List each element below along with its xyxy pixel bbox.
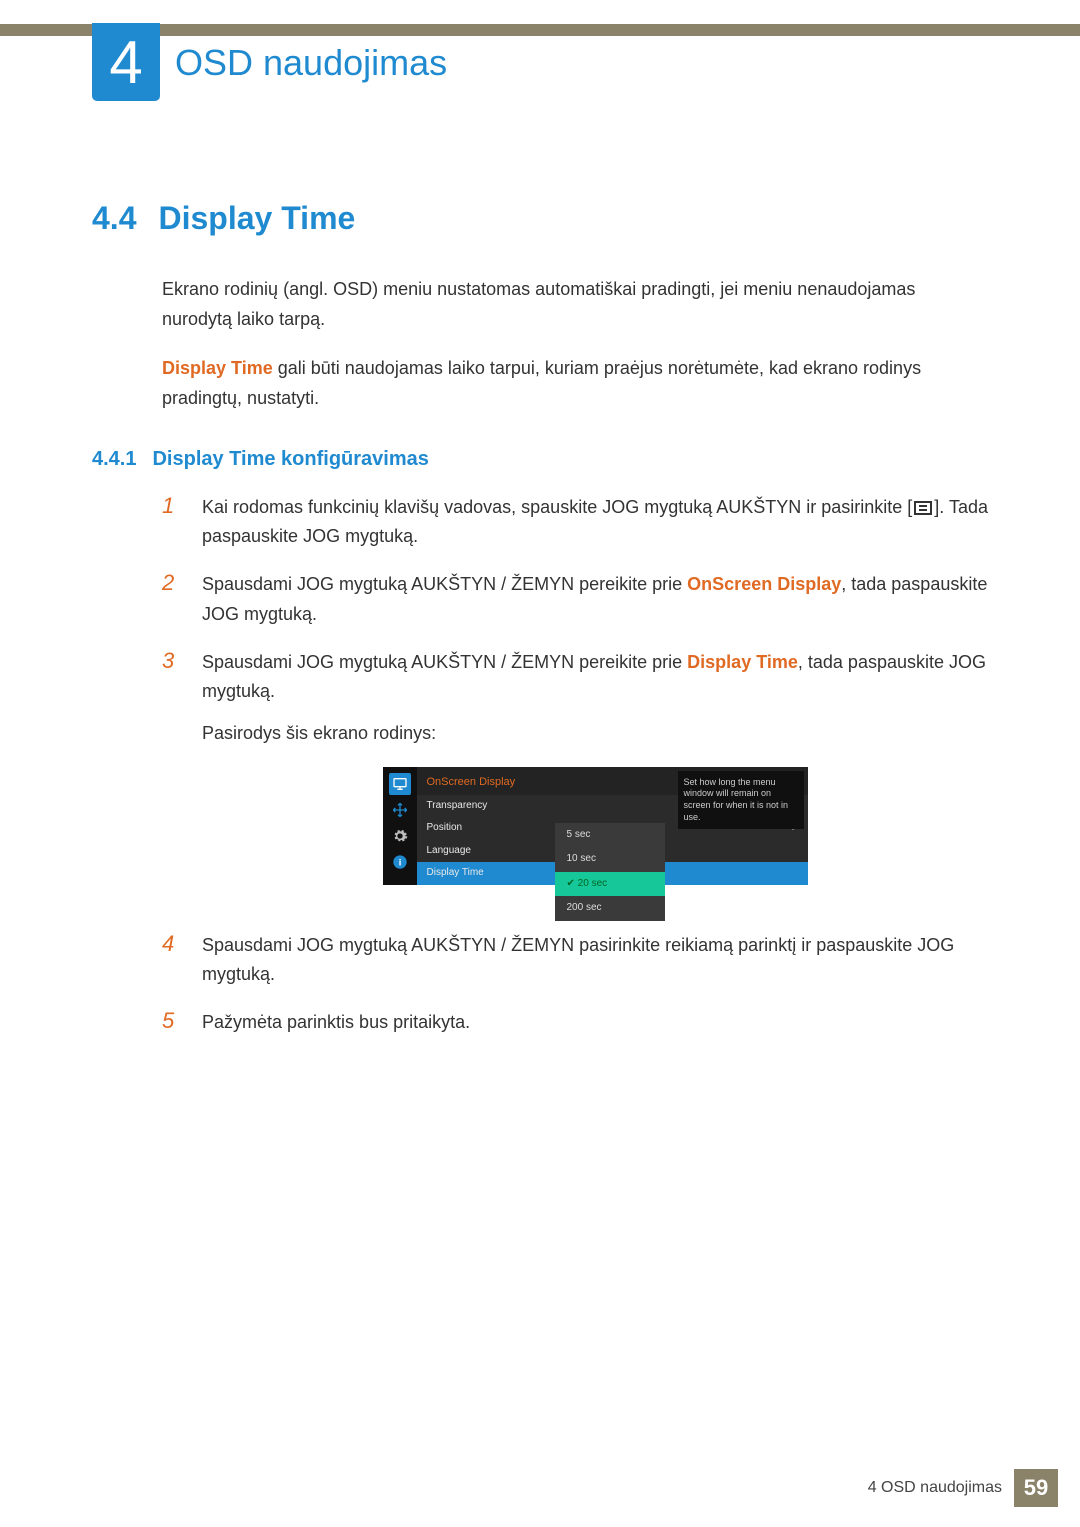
move-icon xyxy=(389,799,411,821)
chapter-number-badge: 4 xyxy=(92,23,160,101)
step-number: 3 xyxy=(162,648,184,913)
page-footer: 4 OSD naudojimas 59 xyxy=(868,1469,1058,1507)
step-text: Spausdami JOG mygtuką AUKŠTYN / ŽEMYN pe… xyxy=(202,570,988,629)
subsection-title: Display Time konfigūravimas xyxy=(152,448,428,471)
section-number: 4.4 xyxy=(92,200,136,237)
subsection-heading: 4.4.1 Display Time konfigūravimas xyxy=(92,448,988,471)
step-4: 4 Spausdami JOG mygtuką AUKŠTYN / ŽEMYN … xyxy=(162,931,988,990)
osd-description: Set how long the menu window will remain… xyxy=(678,771,804,830)
step-5: 5 Pažymėta parinktis bus pritaikyta. xyxy=(162,1008,988,1038)
osd-screenshot: i OnScreen Display Transparency On Posit… xyxy=(383,767,808,885)
osd-option-20sec: 20 sec xyxy=(555,872,665,897)
section-heading: 4.4 Display Time xyxy=(92,200,988,237)
page-number: 59 xyxy=(1014,1469,1058,1507)
step-3: 3 Spausdami JOG mygtuką AUKŠTYN / ŽEMYN … xyxy=(162,648,988,913)
chapter-title: OSD naudojimas xyxy=(175,42,447,84)
step-number: 2 xyxy=(162,570,184,629)
step-number: 4 xyxy=(162,931,184,990)
step-text: Kai rodomas funkcinių klavišų vadovas, s… xyxy=(202,493,988,552)
osd-sidebar: i xyxy=(383,767,417,885)
step-text: Spausdami JOG mygtuką AUKŠTYN / ŽEMYN pe… xyxy=(202,648,988,913)
onscreen-display-term: OnScreen Display xyxy=(687,574,841,594)
osd-main-panel: OnScreen Display Transparency On Positio… xyxy=(417,767,808,885)
osd-option-200sec: 200 sec xyxy=(555,896,665,921)
menu-icon xyxy=(914,501,932,515)
content-area: 4.4 Display Time Ekrano rodinių (angl. O… xyxy=(92,200,988,1056)
step-list: 1 Kai rodomas funkcinių klavišų vadovas,… xyxy=(162,493,988,1038)
step-number: 5 xyxy=(162,1008,184,1038)
section-title: Display Time xyxy=(158,200,355,237)
monitor-icon xyxy=(389,773,411,795)
info-icon: i xyxy=(389,851,411,873)
step-1: 1 Kai rodomas funkcinių klavišų vadovas,… xyxy=(162,493,988,552)
gear-icon xyxy=(389,825,411,847)
svg-text:i: i xyxy=(398,857,401,867)
osd-option-5sec: 5 sec xyxy=(555,823,665,848)
display-time-term: Display Time xyxy=(162,358,273,378)
subsection-number: 4.4.1 xyxy=(92,448,136,471)
step-2: 2 Spausdami JOG mygtuką AUKŠTYN / ŽEMYN … xyxy=(162,570,988,629)
osd-option-10sec: 10 sec xyxy=(555,847,665,872)
header-bar xyxy=(0,24,1080,36)
osd-submenu: 5 sec 10 sec 20 sec 200 sec xyxy=(555,823,665,921)
intro-paragraph-1: Ekrano rodinių (angl. OSD) meniu nustato… xyxy=(162,275,988,334)
intro-paragraph-2: Display Time gali būti naudojamas laiko … xyxy=(162,354,988,413)
display-time-term-2: Display Time xyxy=(687,652,798,672)
footer-chapter-label: 4 OSD naudojimas xyxy=(868,1479,1002,1497)
step-number: 1 xyxy=(162,493,184,552)
step-text: Pažymėta parinktis bus pritaikyta. xyxy=(202,1008,470,1038)
intro-paragraph-2-rest: gali būti naudojamas laiko tarpui, kuria… xyxy=(162,358,921,408)
step-text: Spausdami JOG mygtuką AUKŠTYN / ŽEMYN pa… xyxy=(202,931,988,990)
